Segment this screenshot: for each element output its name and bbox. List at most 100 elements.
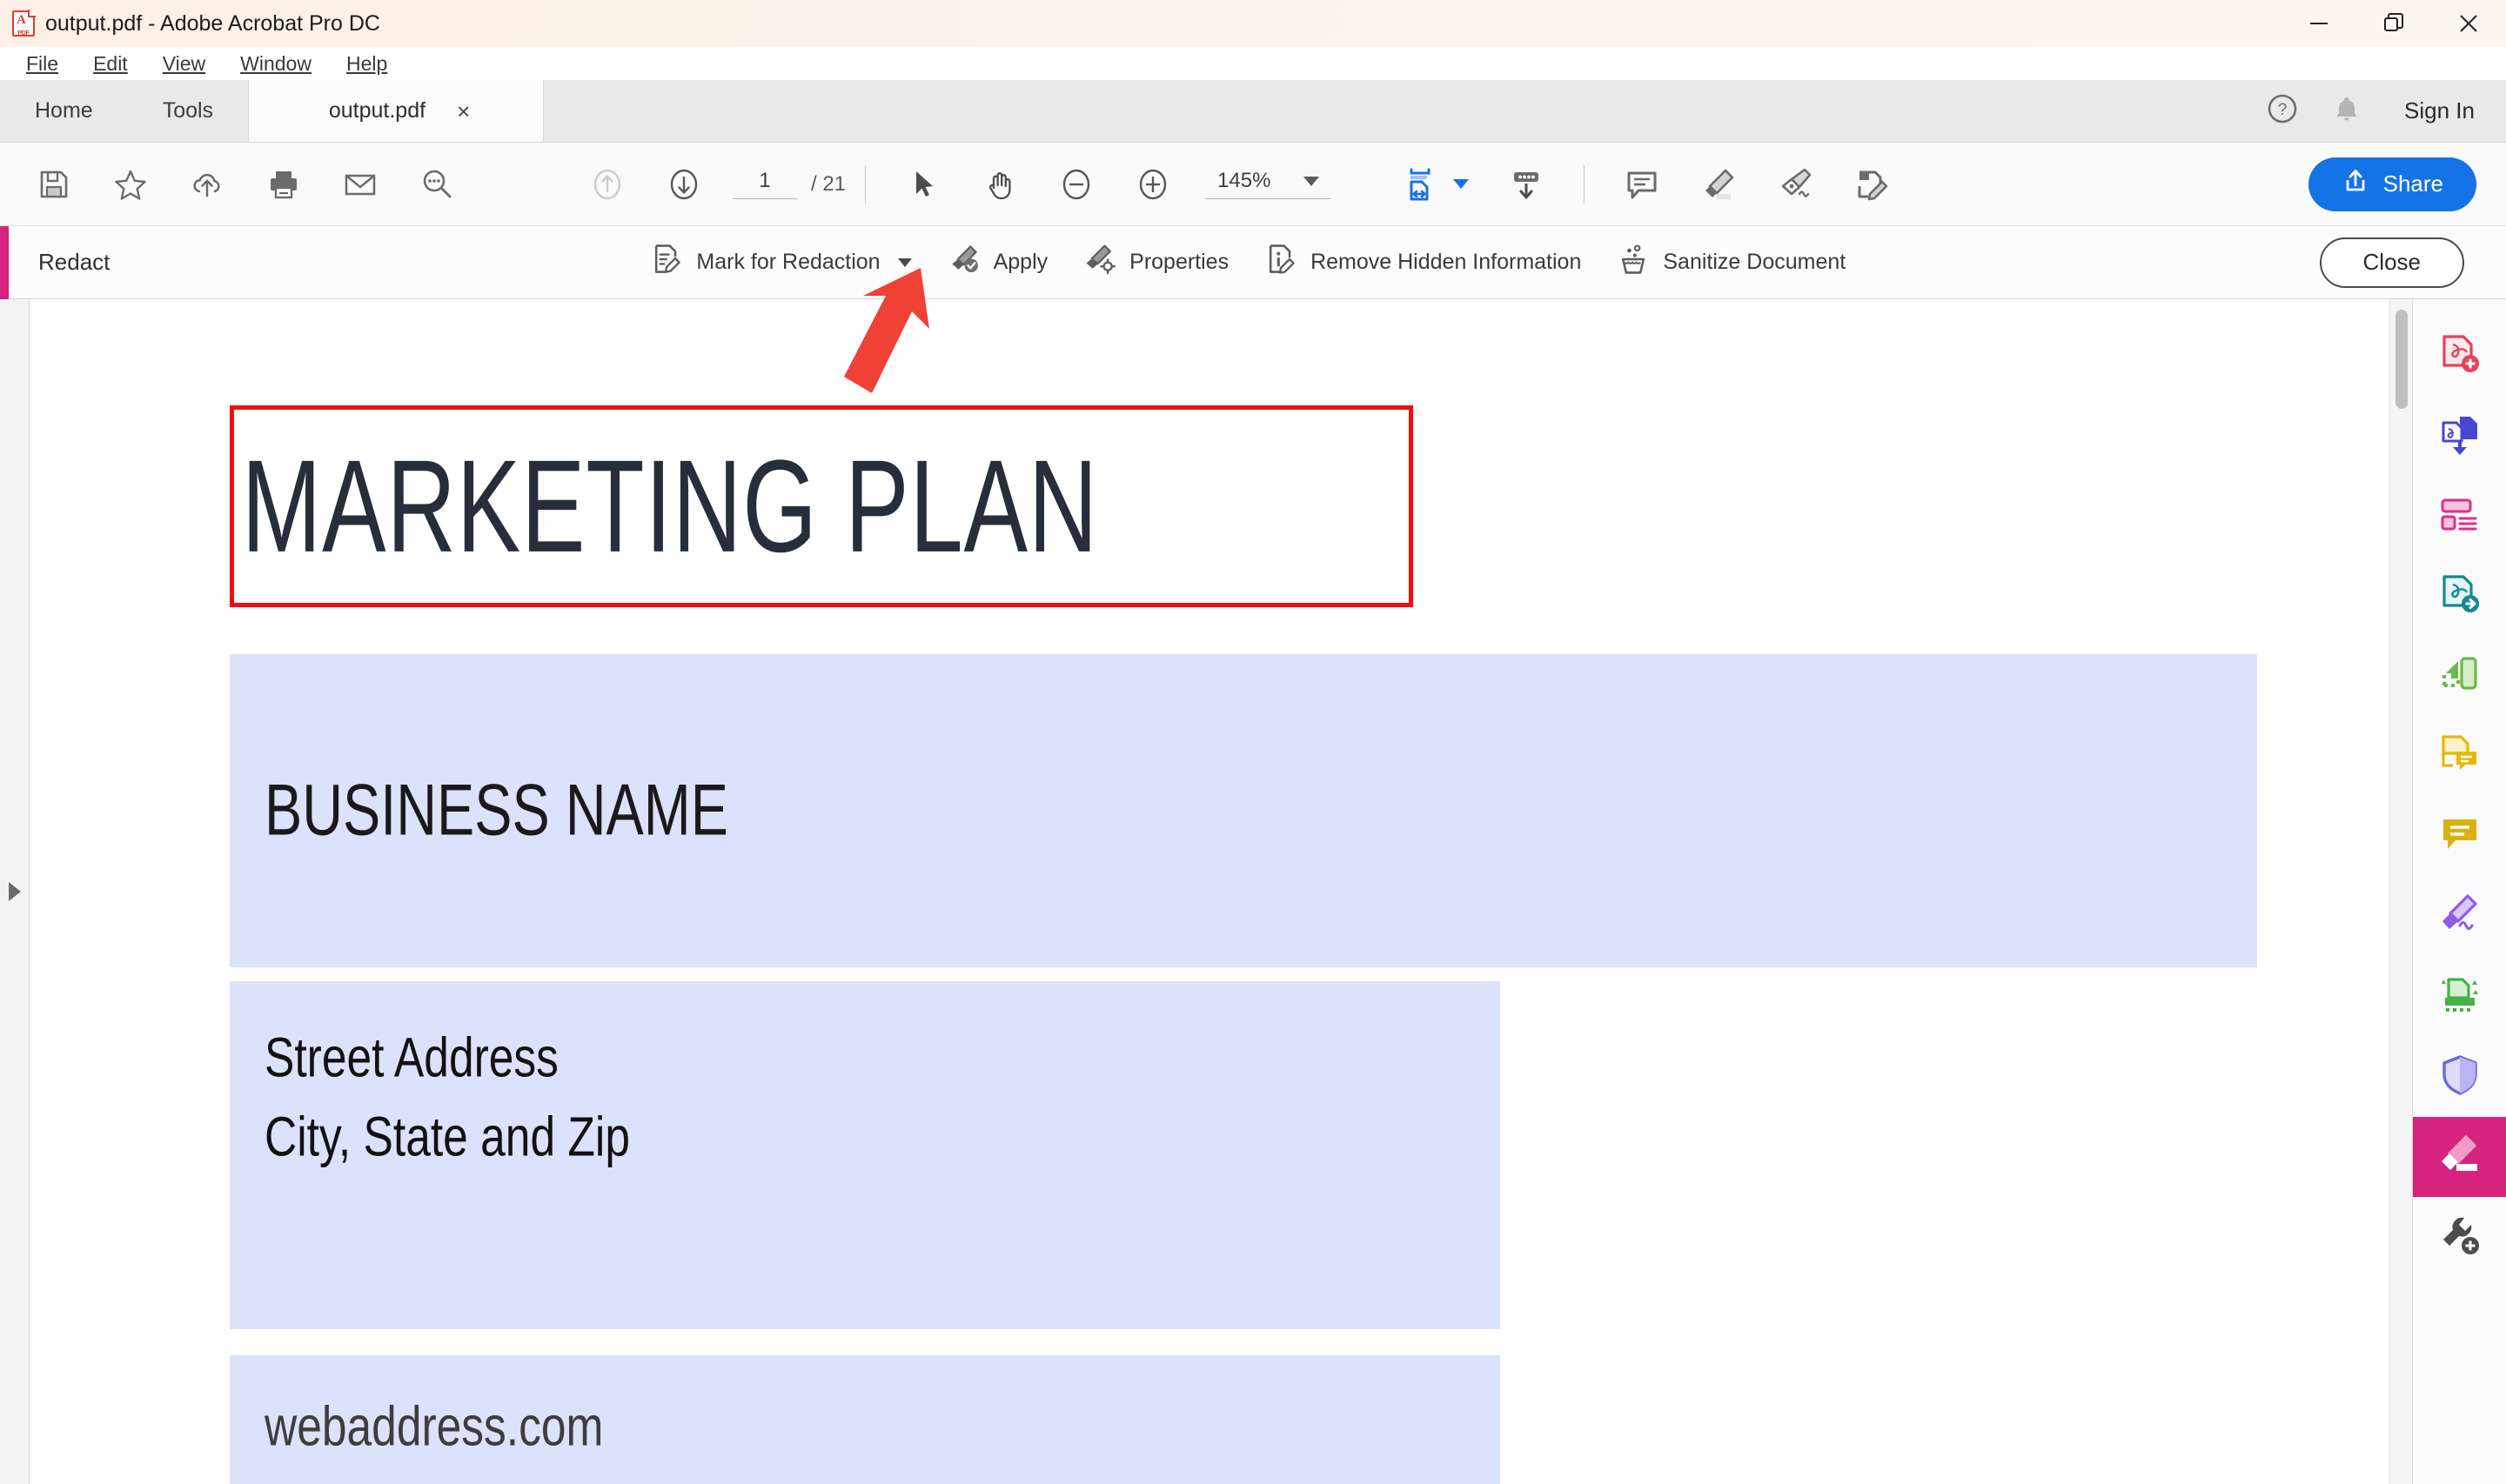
chevron-down-icon[interactable]	[1303, 177, 1319, 186]
tools-sidebar	[2412, 299, 2506, 1484]
hand-icon[interactable]	[972, 157, 1028, 212]
apply-redaction-button[interactable]: Apply	[929, 233, 1066, 291]
tab-tools[interactable]: Tools	[128, 80, 248, 142]
redact-highlighter-icon	[2437, 1133, 2483, 1182]
menu-file[interactable]: File	[9, 50, 76, 77]
title-bar-left: APDF output.pdf - Adobe Acrobat Pro DC	[0, 10, 380, 37]
star-icon[interactable]	[103, 157, 158, 212]
sanitize-document-icon	[1616, 242, 1651, 283]
fit-page-width-icon[interactable]	[1392, 157, 1448, 212]
share-button[interactable]: Share	[2308, 157, 2476, 211]
sign-in-button[interactable]: Sign In	[2394, 97, 2475, 124]
notification-bell-icon[interactable]	[2329, 91, 2364, 130]
pdf-file-icon: APDF	[12, 10, 35, 37]
menu-window[interactable]: Window	[223, 50, 329, 77]
menu-bar: File Edit View Window Help	[0, 47, 2506, 80]
zoom-level-selector[interactable]: 145%	[1205, 169, 1331, 199]
menu-help[interactable]: Help	[329, 50, 405, 77]
minimize-icon[interactable]	[2282, 0, 2356, 47]
business-name-block: BUSINESS NAME	[230, 654, 2257, 967]
printer-icon[interactable]	[256, 157, 312, 212]
apply-redaction-label: Apply	[994, 250, 1049, 275]
mark-for-redaction-button[interactable]: Mark for Redaction	[632, 233, 928, 291]
fill-sign-pen-icon	[2437, 892, 2483, 942]
pdf-page-1[interactable]: MARKETING PLAN BUSINESS NAME Street Addr…	[30, 299, 2414, 1484]
sidebar-item-protect[interactable]	[2413, 1037, 2506, 1117]
window-title: output.pdf - Adobe Acrobat Pro DC	[45, 11, 380, 37]
chevron-down-fit-icon[interactable]	[1453, 179, 1469, 189]
create-pdf-icon	[2437, 332, 2483, 382]
address-text: Street Address City, State and Zip	[265, 1018, 630, 1175]
more-tools-wrench-icon	[2437, 1213, 2483, 1262]
zoom-out-circle-icon[interactable]	[1049, 157, 1104, 212]
scroll-mode-icon[interactable]	[1498, 157, 1554, 212]
close-icon[interactable]	[2431, 0, 2506, 47]
redact-panel-title: Redact	[9, 249, 110, 276]
fountain-pen-sign-icon[interactable]	[1767, 157, 1823, 212]
vertical-scrollbar[interactable]	[2389, 299, 2412, 1484]
tab-output-pdf-label: output.pdf	[329, 98, 425, 124]
compress-pdf-icon	[2437, 652, 2483, 702]
redaction-mark-box[interactable]: MARKETING PLAN	[230, 405, 1413, 607]
arrow-up-circle-icon[interactable]	[580, 157, 635, 212]
remove-hidden-information-label: Remove Hidden Information	[1310, 250, 1581, 275]
sanitize-document-button[interactable]: Sanitize Document	[1598, 233, 1863, 291]
web-address-text: webaddress.com	[265, 1394, 603, 1458]
sidebar-item-add-comment[interactable]	[2413, 797, 2506, 877]
chevron-down-redaction-icon[interactable]	[898, 258, 912, 267]
sidebar-item-scan-and-ocr[interactable]	[2413, 957, 2506, 1037]
sidebar-item-comment-page[interactable]	[2413, 717, 2506, 797]
zoom-in-circle-icon[interactable]	[1125, 157, 1181, 212]
organize-pages-icon	[2437, 492, 2483, 542]
expand-panel-arrow-icon	[9, 882, 21, 901]
tab-close-icon[interactable]: ×	[457, 100, 470, 123]
window-title-bar: APDF output.pdf - Adobe Acrobat Pro DC	[0, 0, 2506, 47]
sidebar-item-export-pdf[interactable]	[2413, 557, 2506, 637]
tab-bar-right: ? Sign In	[2265, 80, 2506, 142]
restore-icon[interactable]	[2356, 0, 2431, 47]
redact-toolbar: Redact Mark for Redaction	[0, 226, 2506, 299]
tab-bar: Home Tools output.pdf × ? Sign In	[0, 80, 2506, 143]
address-line-1: Street Address	[265, 1018, 630, 1097]
combine-files-icon	[2437, 412, 2483, 462]
cloud-upload-icon[interactable]	[179, 157, 235, 212]
menu-file-label: File	[26, 52, 58, 75]
sidebar-item-more-tools[interactable]	[2413, 1197, 2506, 1277]
document-title-text: MARKETING PLAN	[234, 431, 1098, 581]
menu-help-label: Help	[346, 52, 387, 75]
tab-output-pdf[interactable]: output.pdf ×	[248, 80, 544, 142]
cursor-arrow-icon[interactable]	[895, 157, 951, 212]
remove-hidden-information-button[interactable]: Remove Hidden Information	[1246, 233, 1598, 291]
menu-edit[interactable]: Edit	[76, 50, 145, 77]
main-toolbar: / 21 145%	[0, 143, 2506, 226]
envelope-icon[interactable]	[332, 157, 388, 212]
mark-for-redaction-label: Mark for Redaction	[696, 250, 880, 275]
window-controls	[2282, 0, 2506, 47]
sidebar-item-create-pdf[interactable]	[2413, 317, 2506, 397]
page-number-input[interactable]	[733, 169, 797, 199]
address-line-2: City, State and Zip	[265, 1097, 630, 1176]
highlighter-icon[interactable]	[1691, 157, 1746, 212]
tab-home[interactable]: Home	[0, 80, 128, 142]
apply-redaction-icon	[947, 242, 982, 283]
redaction-properties-button[interactable]: Properties	[1065, 233, 1246, 291]
close-redact-button[interactable]: Close	[2320, 237, 2464, 288]
sidebar-item-redact[interactable]	[2413, 1117, 2506, 1197]
menu-view[interactable]: View	[145, 50, 223, 77]
scan-ocr-icon	[2437, 973, 2483, 1022]
sidebar-item-combine-files[interactable]	[2413, 397, 2506, 477]
fill-and-sign-icon[interactable]	[1844, 157, 1900, 212]
help-circle-icon[interactable]: ?	[2265, 91, 2300, 130]
sidebar-item-fill-and-sign[interactable]	[2413, 877, 2506, 957]
left-panel-toggle[interactable]	[0, 299, 30, 1484]
arrow-down-circle-icon[interactable]	[656, 157, 712, 212]
comment-bubble-icon[interactable]	[1614, 157, 1670, 212]
sidebar-item-compress-pdf[interactable]	[2413, 637, 2506, 717]
view-tools-group: 145%	[885, 157, 1331, 212]
scrollbar-thumb[interactable]	[2395, 310, 2408, 409]
export-pdf-icon	[2437, 572, 2483, 622]
sidebar-item-organize-pages[interactable]	[2413, 477, 2506, 557]
search-magnifier-icon[interactable]	[409, 157, 465, 212]
document-view: MARKETING PLAN BUSINESS NAME Street Addr…	[0, 299, 2506, 1484]
save-floppy-icon[interactable]	[26, 157, 82, 212]
